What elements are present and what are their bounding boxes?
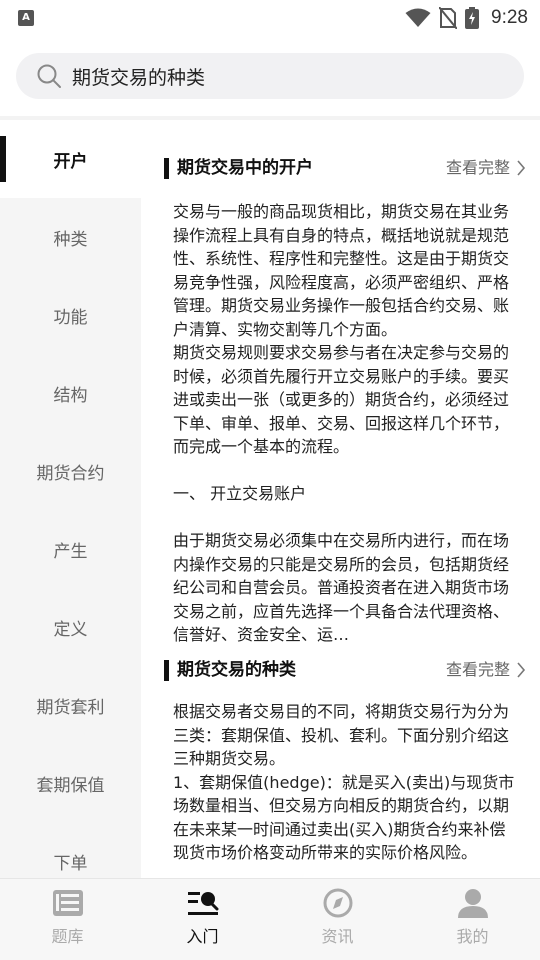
paragraph: 期货交易规则要求交易参与者在决定参与交易的时候，必须首先履行开立交易账户的手续。… xyxy=(173,343,510,456)
wifi-icon xyxy=(405,8,431,27)
search-query: 期货交易的种类 xyxy=(72,66,206,89)
sidebar-item-qihuo-taoli[interactable]: 期货套利 xyxy=(0,666,141,744)
search-icon xyxy=(37,64,61,88)
card-title: 期货交易中的开户 xyxy=(164,156,313,180)
card-header: 期货交易中的开户 查看完整 xyxy=(141,148,540,188)
card-body: 根据交易者交易目的不同，将期货交易行为分为三类：套期保值、投机、套利。下面分别介… xyxy=(141,700,540,865)
sidebar-item-label: 功能 xyxy=(53,307,88,328)
status-icons: 9:28 xyxy=(405,6,528,30)
app-notification-icon: A xyxy=(18,10,34,26)
sidebar-item-label: 结构 xyxy=(53,385,88,406)
paragraph: 根据交易者交易目的不同，将期货交易行为分为三类：套期保值、投机、套利。下面分别介… xyxy=(173,702,510,768)
battery-charging-icon xyxy=(465,7,480,29)
category-sidebar: 开户 种类 功能 结构 期货合约 产生 定义 期货套利 套期保值 下单 xyxy=(0,120,141,878)
paragraph: 交易与一般的商品现货相比，期货交易在其业务操作流程上具有自身的特点，概括地说就是… xyxy=(173,202,510,339)
sidebar-item-xiadan[interactable]: 下单 xyxy=(0,822,141,878)
sidebar-item-label: 期货套利 xyxy=(36,697,105,718)
nav-label: 资讯 xyxy=(321,927,354,946)
sidebar-item-label: 产生 xyxy=(53,541,88,562)
sidebar-item-label: 期货合约 xyxy=(36,463,105,484)
view-full-label: 查看完整 xyxy=(445,158,510,177)
sidebar-item-label: 套期保值 xyxy=(36,775,105,796)
person-icon xyxy=(457,889,488,918)
sidebar-item-dingyi[interactable]: 定义 xyxy=(0,588,141,666)
view-full-button[interactable]: 查看完整 xyxy=(446,156,526,180)
paragraph: 由于期货交易必须集中在交易所内进行，而在场内操作交易的只能是交易所的会员，包括期… xyxy=(173,531,510,644)
nav-tab-zixun[interactable]: 资讯 xyxy=(270,879,405,960)
card-title: 期货交易的种类 xyxy=(164,658,296,682)
sidebar-item-label: 开户 xyxy=(53,151,88,172)
card-header: 期货交易的种类 查看完整 xyxy=(141,650,540,690)
search-area: 期货交易的种类 xyxy=(0,36,540,116)
paragraph: 1、套期保值(hedge)：就是买入(卖出)与现货市场数量相当、但交易方向相反的… xyxy=(173,772,515,863)
article-card: 期货交易的种类 查看完整 根据交易者交易目的不同，将期货交易行为分为三类：套期保… xyxy=(141,650,540,865)
view-full-label: 查看完整 xyxy=(445,660,510,679)
nav-tab-rumen[interactable]: 入门 xyxy=(135,879,270,960)
sidebar-item-label: 定义 xyxy=(53,619,88,640)
paragraph: 一、 开立交易账户 xyxy=(173,484,307,503)
sidebar-item-label: 下单 xyxy=(53,853,88,874)
sidebar-item-jiegou[interactable]: 结构 xyxy=(0,354,141,432)
compass-icon xyxy=(323,888,352,918)
no-sim-icon xyxy=(439,7,458,29)
view-full-button[interactable]: 查看完整 xyxy=(446,658,526,682)
search-input[interactable]: 期货交易的种类 xyxy=(16,53,524,99)
sidebar-item-zhonglei[interactable]: 种类 xyxy=(0,198,141,276)
sidebar-item-kaihu[interactable]: 开户 xyxy=(0,120,141,198)
nav-tab-wode[interactable]: 我的 xyxy=(405,879,540,960)
status-time: 9:28 xyxy=(491,7,528,28)
sidebar-item-qihuo-heyue[interactable]: 期货合约 xyxy=(0,432,141,510)
nav-label: 入门 xyxy=(186,927,219,946)
book-list-icon xyxy=(52,890,83,916)
status-bar: A 9:28 xyxy=(0,0,540,36)
nav-label: 我的 xyxy=(456,927,489,946)
chevron-right-icon xyxy=(517,662,526,678)
nav-tab-tiku[interactable]: 题库 xyxy=(0,879,135,960)
sidebar-item-gongneng[interactable]: 功能 xyxy=(0,276,141,354)
chevron-right-icon xyxy=(517,160,526,176)
sidebar-item-chansheng[interactable]: 产生 xyxy=(0,510,141,588)
nav-label: 题库 xyxy=(51,927,84,946)
card-body: 交易与一般的商品现货相比，期货交易在其业务操作流程上具有自身的特点，概括地说就是… xyxy=(141,200,540,647)
sidebar-item-taoqi-baozhi[interactable]: 套期保值 xyxy=(0,744,141,822)
sidebar-item-label: 种类 xyxy=(53,229,88,250)
bottom-navigation: 题库 入门 资讯 我的 xyxy=(0,878,540,960)
content-panel: 期货交易中的开户 查看完整 交易与一般的商品现货相比，期货交易在其业务操作流程上… xyxy=(141,120,540,878)
learn-search-icon xyxy=(187,892,218,915)
article-card: 期货交易中的开户 查看完整 交易与一般的商品现货相比，期货交易在其业务操作流程上… xyxy=(141,148,540,647)
